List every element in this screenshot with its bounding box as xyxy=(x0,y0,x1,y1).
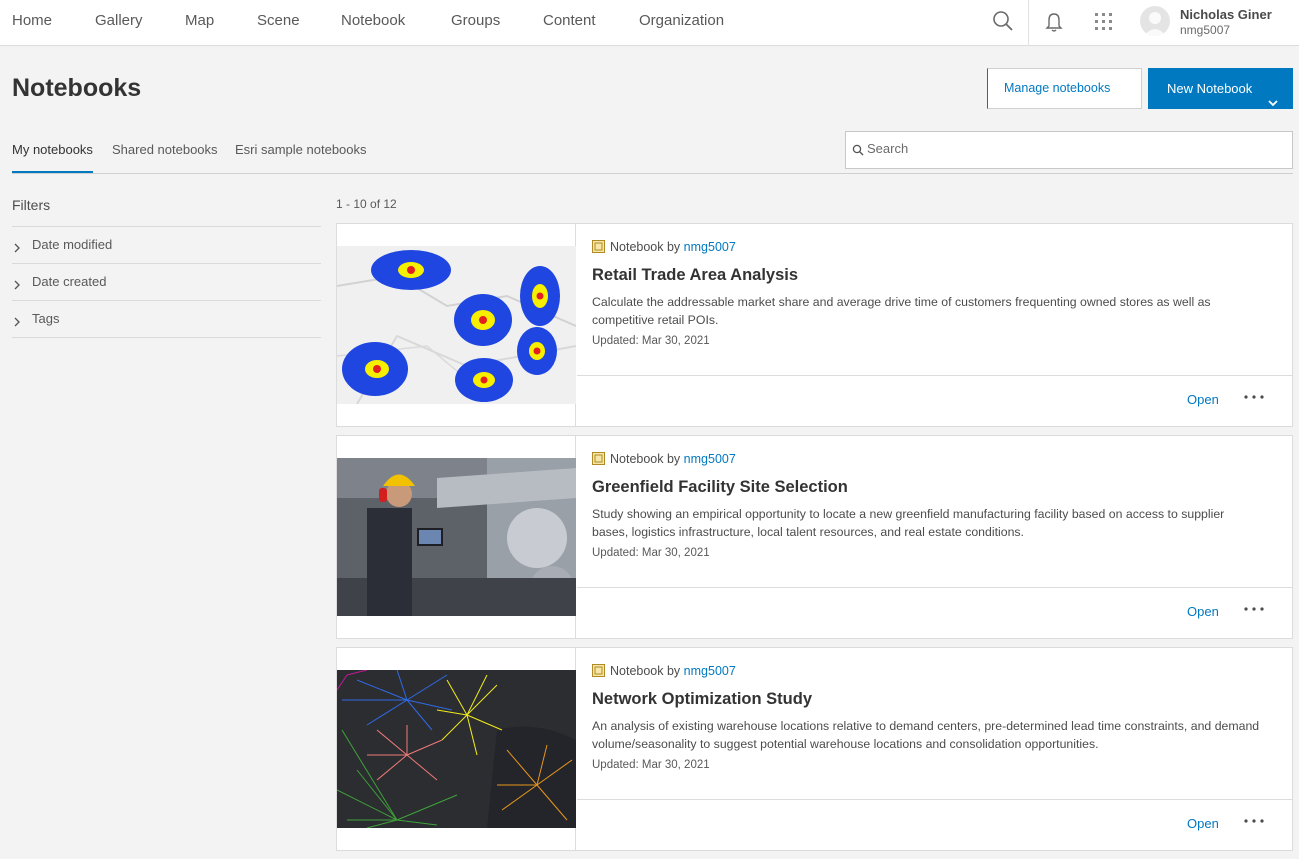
nav-groups[interactable]: Groups xyxy=(451,0,500,46)
notebook-title[interactable]: Retail Trade Area Analysis xyxy=(592,266,798,285)
nav-divider xyxy=(1028,0,1029,46)
nav-gallery[interactable]: Gallery xyxy=(95,0,143,46)
notebook-card: Notebook by nmg5007 Network Optimization… xyxy=(336,647,1293,851)
filter-date-created[interactable]: Date created xyxy=(12,263,321,300)
notebook-meta: Notebook by nmg5007 xyxy=(592,452,736,466)
chevron-down-icon xyxy=(1268,83,1278,107)
more-options-icon[interactable] xyxy=(1243,600,1265,618)
notebook-description: Calculate the addressable market share a… xyxy=(592,295,1211,327)
nav-organization[interactable]: Organization xyxy=(639,0,724,46)
nav-notebook[interactable]: Notebook xyxy=(341,0,405,46)
chevron-right-icon xyxy=(13,314,21,327)
tabs-divider xyxy=(12,173,1293,174)
filter-date-modified[interactable]: Date modified xyxy=(12,226,321,263)
user-username: nmg5007 xyxy=(1180,23,1231,37)
owner-link[interactable]: nmg5007 xyxy=(684,240,736,254)
new-notebook-label: New Notebook xyxy=(1167,81,1253,96)
notebook-meta: Notebook by nmg5007 xyxy=(592,664,736,678)
manage-notebooks-button[interactable]: Manage notebooks xyxy=(987,68,1142,109)
notebook-card: Notebook by nmg5007 Greenfield Facility … xyxy=(336,435,1293,639)
notebook-type: Notebook by xyxy=(610,240,681,254)
bell-icon[interactable] xyxy=(1041,8,1067,34)
search-box[interactable] xyxy=(845,131,1293,169)
owner-link[interactable]: nmg5007 xyxy=(684,452,736,466)
nav-content[interactable]: Content xyxy=(543,0,596,46)
notebook-title[interactable]: Greenfield Facility Site Selection xyxy=(592,478,848,497)
user-name[interactable]: Nicholas Giner xyxy=(1180,7,1272,22)
search-icon[interactable] xyxy=(990,8,1016,34)
notebook-description: An analysis of existing warehouse locati… xyxy=(592,719,1260,751)
filters-title: Filters xyxy=(12,197,51,213)
tab-my-notebooks[interactable]: My notebooks xyxy=(12,142,93,174)
search-icon xyxy=(852,143,864,156)
tab-esri-sample-notebooks[interactable]: Esri sample notebooks xyxy=(235,142,367,174)
owner-link[interactable]: nmg5007 xyxy=(684,664,736,678)
notebook-updated: Updated: Mar 30, 2021 xyxy=(592,759,710,771)
top-nav: Home Gallery Map Scene Notebook Groups C… xyxy=(0,0,1299,46)
page-title: Notebooks xyxy=(12,74,142,102)
notebook-thumbnail[interactable] xyxy=(337,648,576,850)
open-button[interactable]: Open xyxy=(1187,392,1219,407)
app-grid-icon[interactable] xyxy=(1091,8,1117,34)
card-divider xyxy=(577,587,1292,588)
filter-tags[interactable]: Tags xyxy=(12,300,321,337)
notebook-thumbnail[interactable] xyxy=(337,224,576,426)
filter-label: Date modified xyxy=(32,237,113,252)
results-count: 1 - 10 of 12 xyxy=(336,197,397,211)
notebook-thumbnail[interactable] xyxy=(337,436,576,638)
notebook-meta: Notebook by nmg5007 xyxy=(592,240,736,254)
open-button[interactable]: Open xyxy=(1187,604,1219,619)
notebook-description: Study showing an empirical opportunity t… xyxy=(592,507,1225,539)
tab-shared-notebooks[interactable]: Shared notebooks xyxy=(112,142,218,174)
more-options-icon[interactable] xyxy=(1243,388,1265,406)
nav-scene[interactable]: Scene xyxy=(257,0,300,46)
filter-label: Tags xyxy=(32,311,60,326)
notebook-updated: Updated: Mar 30, 2021 xyxy=(592,547,710,559)
notebook-card: Notebook by nmg5007 Retail Trade Area An… xyxy=(336,223,1293,427)
nav-map[interactable]: Map xyxy=(185,0,214,46)
filter-label: Date created xyxy=(32,274,107,289)
chevron-right-icon xyxy=(13,240,21,253)
avatar[interactable] xyxy=(1140,6,1170,36)
notebook-type: Notebook by xyxy=(610,452,681,466)
notebook-icon xyxy=(592,240,605,253)
notebook-title[interactable]: Network Optimization Study xyxy=(592,690,812,709)
chevron-right-icon xyxy=(13,277,21,290)
notebook-updated: Updated: Mar 30, 2021 xyxy=(592,335,710,347)
card-divider xyxy=(577,799,1292,800)
notebook-icon xyxy=(592,664,605,677)
notebook-type: Notebook by xyxy=(610,664,681,678)
more-options-icon[interactable] xyxy=(1243,812,1265,830)
new-notebook-button[interactable]: New Notebook xyxy=(1148,68,1293,109)
open-button[interactable]: Open xyxy=(1187,816,1219,831)
card-divider xyxy=(577,375,1292,376)
notebook-icon xyxy=(592,452,605,465)
search-input[interactable] xyxy=(867,141,1267,156)
filters-divider xyxy=(12,337,321,338)
nav-home[interactable]: Home xyxy=(12,0,52,46)
